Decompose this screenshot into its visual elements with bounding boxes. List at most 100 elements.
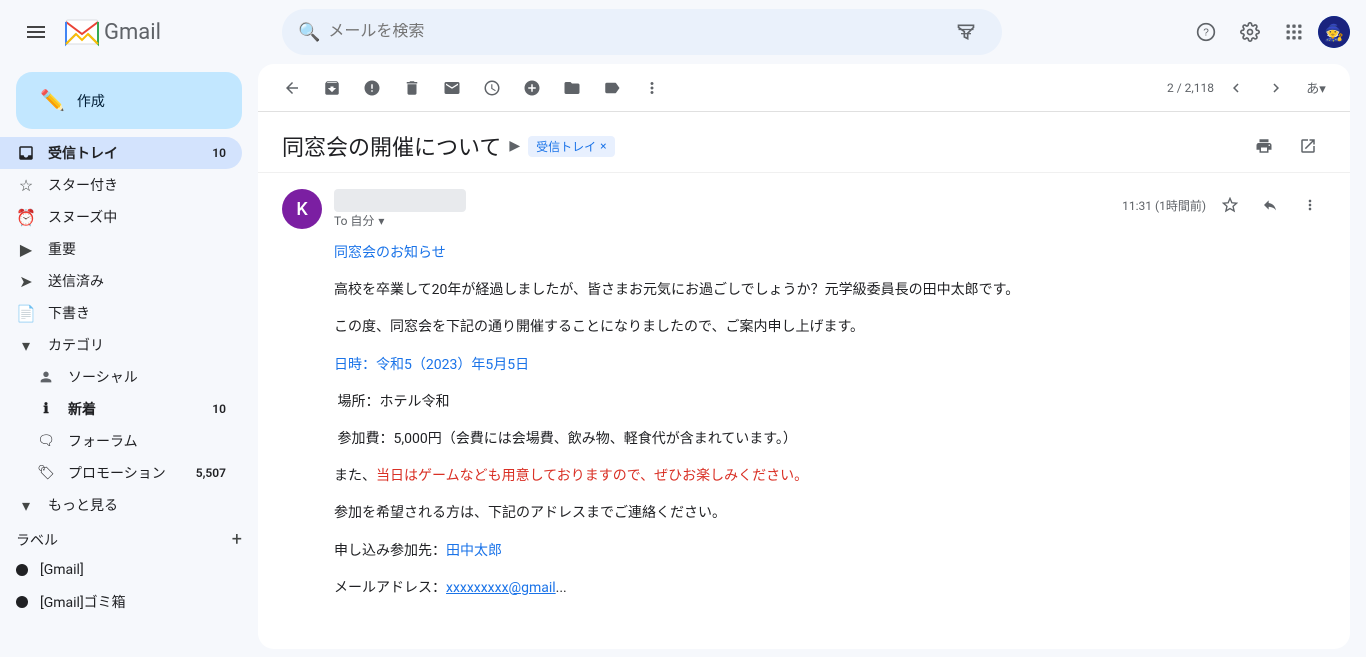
body-line1-link[interactable]: 同窓会のお知らせ [334,245,446,261]
body-line4-text: 日時：令和5（2023）年5月5日 [334,357,529,373]
sidebar-item-inbox[interactable]: 受信トレイ 10 [0,137,242,169]
search-bar[interactable]: 🔍 [282,9,1002,55]
message-header: K 田中太郎 To 自分 ▾ 11:31 (1時間前) [282,173,1326,241]
subject-actions [1246,128,1326,164]
sender-avatar: K [282,189,322,229]
email-message: K 田中太郎 To 自分 ▾ 11:31 (1時間前) [258,173,1350,649]
reply-icon [1262,197,1278,213]
body-line8: 参加を希望される方は、下記のアドレスまでご連絡ください。 [334,501,1326,526]
forum-label: フォーラム [68,431,226,451]
add-task-icon [523,79,541,97]
sidebar-item-starred[interactable]: ☆ スター付き [0,169,242,201]
svg-text:🧙: 🧙 [1324,23,1344,42]
sidebar-item-sent[interactable]: ➤ 送信済み [0,265,242,297]
help-button[interactable]: ? [1186,12,1226,52]
inbox-tag-label: 受信トレイ [536,138,596,155]
expand-categories-icon: ▾ [16,336,36,355]
print-icon [1255,137,1273,155]
drafts-icon: 📄 [16,304,36,323]
more-horiz-icon [1302,197,1318,213]
sender-to[interactable]: To 自分 ▾ [334,212,1122,229]
sent-label: 送信済み [48,271,226,291]
topbar-right: ? 🧙 [1186,12,1350,52]
add-task-button[interactable] [514,70,550,106]
label-icon [603,79,621,97]
compose-icon: ✏️ [40,88,65,113]
label-button[interactable] [594,70,630,106]
lang-toggle-button[interactable]: あ▾ [1298,70,1334,106]
lang-icon: あ▾ [1306,78,1326,97]
settings-icon [1240,22,1260,42]
promo-icon: 🏷 [36,465,56,481]
next-email-button[interactable] [1258,70,1294,106]
body-line4: 日時：令和5（2023）年5月5日 [334,353,1326,378]
more-actions-button[interactable] [634,70,670,106]
sidebar-item-drafts[interactable]: 📄 下書き [0,297,242,329]
help-icon: ? [1196,22,1216,42]
sidebar-item-promo[interactable]: 🏷 プロモーション 5,507 [0,457,242,489]
mark-unread-button[interactable] [434,70,470,106]
label-gmail-trash[interactable]: [Gmail]ゴミ箱 [0,586,242,618]
sidebar-item-new[interactable]: ℹ 新着 10 [0,393,242,425]
new-icon: ℹ [36,401,56,417]
sidebar-item-important[interactable]: ▶ 重要 [0,233,242,265]
email-subject-bar: 同窓会の開催について ▶ 受信トレイ × [258,112,1350,173]
snooze-button[interactable] [474,70,510,106]
body-line7: また、当日はゲームなども用意しておりますので、ぜひお楽しみください。 [334,464,1326,489]
settings-button[interactable] [1230,12,1270,52]
delete-button[interactable] [394,70,430,106]
body-line3: この度、同窓会を下記の通り開催することになりましたので、ご案内申し上げます。 [334,315,1326,340]
reply-button[interactable] [1254,189,1286,221]
body-link-name[interactable]: 田中太郎 [446,543,502,559]
label-gmail-text: [Gmail] [40,562,84,578]
sidebar-item-snoozed[interactable]: ⏰ スヌーズ中 [0,201,242,233]
search-filter-button[interactable] [946,12,986,52]
back-button[interactable] [274,70,310,106]
sidebar-item-more[interactable]: ▾ もっと見る [0,489,242,521]
sidebar-item-forum[interactable]: 🗨 フォーラム [0,425,242,457]
move-button[interactable] [554,70,590,106]
prev-email-button[interactable] [1218,70,1254,106]
topbar: Gmail 🔍 ? [0,0,1366,64]
avatar-button[interactable]: 🧙 [1318,16,1350,48]
inbox-tag-close-button[interactable]: × [600,139,606,153]
search-input[interactable] [328,23,946,41]
message-time: 11:31 (1時間前) [1122,197,1206,214]
back-icon [283,79,301,97]
important-icon: ▶ [16,240,36,259]
categories-label: カテゴリ [48,335,226,355]
label-gmail[interactable]: [Gmail] [0,554,242,586]
sidebar-item-social[interactable]: ソーシャル [0,361,242,393]
more-message-button[interactable] [1294,189,1326,221]
svg-text:?: ? [1203,27,1209,38]
labels-add-button[interactable]: + [232,529,242,550]
archive-button[interactable] [314,70,350,106]
message-meta: 11:31 (1時間前) [1122,189,1326,221]
next-icon [1267,79,1285,97]
topbar-left: Gmail [16,12,274,52]
email-subject: 同窓会の開催について [282,130,501,162]
star-icon: ☆ [16,176,36,195]
report-button[interactable] [354,70,390,106]
highlight-text: 当日はゲームなども用意しておりますので、ぜひお楽しみください。 [376,468,808,484]
avatar: 🧙 [1318,16,1350,48]
menu-button[interactable] [16,12,56,52]
gmail-text: Gmail [104,20,161,45]
prev-icon [1227,79,1245,97]
move-icon [563,79,581,97]
body-line9: 申し込み参加先：田中太郎 [334,539,1326,564]
inbox-badge: 10 [212,146,226,160]
star-message-button[interactable] [1214,189,1246,221]
print-button[interactable] [1246,128,1282,164]
compose-label: 作成 [77,91,105,111]
apps-button[interactable] [1274,12,1314,52]
body-line10: メールアドレス：xxxxxxxxx@gmail... [334,576,1326,601]
promo-label: プロモーション [68,463,196,483]
popout-icon [1299,137,1317,155]
social-label: ソーシャル [68,367,226,387]
popout-button[interactable] [1290,128,1326,164]
sidebar-item-categories[interactable]: ▾ カテゴリ [0,329,242,361]
main: ✏️ 作成 受信トレイ 10 ☆ スター付き ⏰ スヌーズ中 ▶ 重要 ➤ 送信… [0,64,1366,657]
body-email-link[interactable]: xxxxxxxxx@gmail [446,580,556,596]
compose-button[interactable]: ✏️ 作成 [16,72,242,129]
